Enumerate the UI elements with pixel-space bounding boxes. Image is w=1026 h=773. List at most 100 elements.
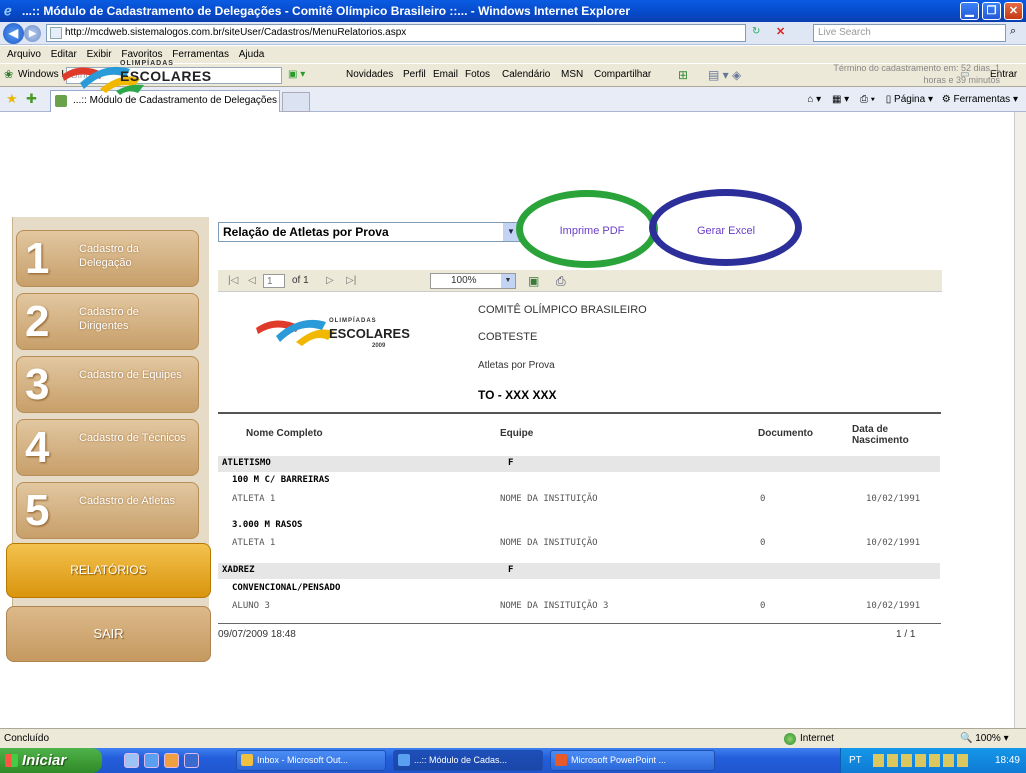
wl-novidades[interactable]: Novidades	[346, 64, 393, 86]
command-bar: ⌂ ▾ ▦ ▾ ⎙ ▾ ▯ Página ▾ ⚙ Ferramentas ▾	[807, 94, 1018, 105]
table-row: 3.000 M RASOS	[232, 520, 303, 530]
search-go-icon[interactable]: ▣ ▾	[288, 64, 305, 86]
prev-page-icon[interactable]: ◁	[248, 270, 256, 292]
blue-highlight-circle	[649, 189, 802, 266]
maximize-button[interactable]: ❐	[982, 2, 1001, 20]
step-number: 1	[25, 234, 50, 283]
share-icon[interactable]: ⊞	[678, 64, 688, 86]
report-org: COMITÊ OLÍMPICO BRASILEIRO	[478, 304, 647, 316]
step-label: Cadastro de Dirigentes	[79, 306, 139, 332]
sidebar-step-3[interactable]: 3 Cadastro de Equipes	[16, 356, 199, 413]
tools-menu-icon: ⚙	[941, 94, 951, 105]
add-favorites-icon[interactable]: ✚	[26, 91, 37, 107]
tools-menu[interactable]: Ferramentas	[954, 94, 1011, 105]
taskbar-item-ie[interactable]: ...:: Módulo de Cadas...	[393, 750, 543, 771]
new-tab-button[interactable]	[282, 92, 310, 112]
report-logo-top: OLIMPÍADAS	[329, 318, 377, 324]
table-row: 100 M C/ BARREIRAS	[232, 475, 330, 485]
ie-quicklaunch-icon[interactable]	[144, 753, 159, 768]
search-icon[interactable]: ⌕	[1010, 25, 1016, 38]
last-page-icon[interactable]: ▷|	[346, 270, 356, 292]
report-footer-divider	[218, 623, 941, 624]
zoom-select[interactable]: 100% ▼	[430, 273, 516, 289]
internet-zone-icon	[784, 733, 796, 745]
feeds-icon[interactable]: ▦ ▾	[832, 94, 849, 105]
report-footer-date: 09/07/2009 18:48	[218, 629, 296, 640]
browser-window: ℯ ...:: Módulo de Cadastramento de Deleg…	[0, 0, 1026, 773]
system-tray: PT 18:49	[840, 748, 1026, 773]
page-number-input[interactable]: 1	[263, 274, 285, 288]
page-menu[interactable]: Página	[894, 94, 925, 105]
wl-compartilhar[interactable]: Compartilhar	[594, 64, 651, 86]
forward-button[interactable]: ▶	[24, 25, 41, 42]
exit-button[interactable]: SAIR	[6, 606, 211, 662]
wl-email[interactable]: Email	[433, 64, 458, 86]
address-bar: ◀ ▶ http://mcdweb.sistemalogos.com.br/si…	[0, 22, 1026, 45]
table-row: CONVENCIONAL/PENSADO	[232, 583, 341, 593]
reports-button[interactable]: RELATÓRIOS	[6, 543, 211, 598]
stop-icon[interactable]: ✕	[776, 25, 785, 38]
wl-msn[interactable]: MSN	[561, 64, 583, 86]
wl-fotos[interactable]: Fotos	[465, 64, 490, 86]
step-label: Cadastro da Delegação	[79, 243, 139, 269]
firefox-quicklaunch-icon[interactable]	[164, 753, 179, 768]
page-icon	[50, 27, 62, 39]
status-text: Concluído	[4, 733, 50, 744]
registration-deadline: Término do cadastramento em: 52 dias, 1 …	[833, 63, 1000, 85]
vertical-scrollbar[interactable]	[1014, 112, 1026, 728]
back-button[interactable]: ◀	[3, 23, 24, 44]
language-indicator[interactable]: PT	[849, 748, 862, 773]
app-quicklaunch-icon[interactable]	[184, 753, 199, 768]
print-icon[interactable]: ⎙ ▾	[860, 94, 875, 105]
first-page-icon[interactable]: |◁	[228, 270, 238, 292]
tab-favicon	[55, 95, 67, 107]
table-row: ATLETA 1 NOME DA INSITUIÇÃO 0 10/02/1991	[232, 538, 921, 548]
sidebar-step-1[interactable]: 1 Cadastro da Delegação	[16, 230, 199, 287]
report-test-name: COBTESTE	[478, 331, 538, 343]
live-search-input[interactable]: Live Search	[813, 24, 1006, 42]
wl-calendario[interactable]: Calendário	[502, 64, 550, 86]
table-row: ALUNO 3 NOME DA INSITUIÇÃO 3 0 10/02/199…	[232, 601, 921, 611]
step-label: Cadastro de Atletas	[79, 495, 176, 507]
taskbar: Iniciar Inbox - Microsoft Out... ...:: M…	[0, 748, 1026, 773]
window-title: ...:: Módulo de Cadastramento de Delegaç…	[22, 4, 630, 18]
sidebar-step-4[interactable]: 4 Cadastro de Técnicos	[16, 419, 199, 476]
windows-flag-icon	[5, 754, 18, 767]
report-state: TO - XXX XXX	[478, 388, 557, 402]
ie-icon	[398, 754, 410, 766]
report-divider	[218, 412, 941, 414]
start-button[interactable]: Iniciar	[0, 748, 102, 773]
export-icon[interactable]: ▣	[528, 270, 539, 292]
zoom-level[interactable]: 🔍 100% ▾	[960, 729, 1009, 748]
zone-label: Internet	[800, 733, 834, 744]
taskbar-item-powerpoint[interactable]: Microsoft PowerPoint ...	[550, 750, 715, 771]
taskbar-item-outlook[interactable]: Inbox - Microsoft Out...	[236, 750, 386, 771]
sidebar-step-2[interactable]: 2 Cadastro de Dirigentes	[16, 293, 199, 350]
close-button[interactable]: ✕	[1004, 2, 1023, 20]
status-bar: Concluído Internet 🔍 100% ▾	[0, 728, 1026, 748]
home-icon[interactable]: ⌂ ▾	[807, 94, 821, 105]
print-icon[interactable]: ⎙	[556, 270, 566, 292]
chevron-down-icon: ▼	[501, 274, 515, 288]
wl-perfil[interactable]: Perfil	[403, 64, 426, 86]
step-number: 3	[25, 360, 50, 409]
col-header-name: Nome Completo	[246, 428, 323, 439]
menu-arquivo[interactable]: Arquivo	[7, 49, 41, 60]
table-row: XADREZ F	[218, 563, 940, 579]
page-menu-icon: ▯	[885, 94, 892, 105]
next-page-icon[interactable]: ▷	[326, 270, 334, 292]
report-select[interactable]: Relação de Atletas por Prova ▼	[218, 222, 520, 242]
step-number: 2	[25, 297, 50, 346]
clock: 18:49	[994, 755, 1020, 766]
refresh-icon[interactable]: ↻	[752, 26, 760, 37]
toolbar-options-icon[interactable]: ▤ ▾ ◈	[708, 64, 741, 86]
minimize-button[interactable]: ▁	[960, 2, 979, 20]
tray-icons[interactable]	[873, 754, 969, 767]
col-header-birthdate: Data de Nascimento	[852, 424, 909, 446]
show-desktop-icon[interactable]	[124, 753, 139, 768]
favorites-star-icon[interactable]: ★	[6, 91, 18, 107]
sidebar-step-5[interactable]: 5 Cadastro de Atletas	[16, 482, 199, 539]
green-highlight-circle	[516, 190, 658, 268]
outlook-icon	[241, 754, 253, 766]
url-field[interactable]: http://mcdweb.sistemalogos.com.br/siteUs…	[46, 24, 746, 42]
